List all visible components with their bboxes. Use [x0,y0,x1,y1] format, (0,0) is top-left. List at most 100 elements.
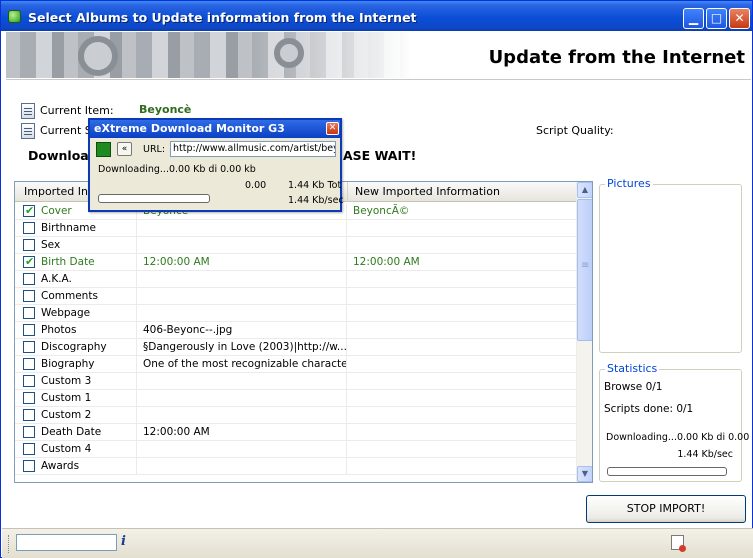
field-label: Birth Date [41,256,95,268]
new-value-cell[interactable] [348,356,577,372]
field-checkbox[interactable] [23,392,35,404]
table-row[interactable]: A.K.A. [15,271,577,288]
field-checkbox[interactable] [23,222,35,234]
table-row[interactable]: Custom 4 [15,441,577,458]
info-icon[interactable]: i [121,534,126,549]
current-value-cell[interactable] [138,441,347,457]
table-row[interactable]: Biography One of the most recognizable ch… [15,356,577,373]
document-icon[interactable] [671,535,686,552]
current-value-cell[interactable]: 12:00:00 AM [138,424,347,440]
import-grid[interactable]: Imported Info New Imported Information C… [14,181,593,483]
field-checkbox[interactable] [23,254,35,270]
field-label: Comments [41,290,98,302]
table-row[interactable]: Awards [15,458,577,475]
download-amount: 0.00 [245,180,267,191]
field-label: Biography [41,358,95,370]
current-value-cell[interactable]: §Dangerously in Love (2003)|http://w... [138,339,347,355]
url-field[interactable]: http://www.allmusic.com/artist/beyonc- [170,141,336,157]
field-name-cell: Death Date [15,424,137,440]
current-value-cell[interactable] [138,458,347,474]
table-row[interactable]: Webpage [15,305,577,322]
new-value-cell[interactable] [348,390,577,406]
close-button[interactable]: ✕ [729,8,750,29]
info-icon [21,103,35,119]
maximize-icon: □ [710,11,723,25]
field-label: A.K.A. [41,273,72,285]
new-value-cell[interactable] [348,339,577,355]
table-row[interactable]: Custom 3 [15,373,577,390]
current-value-cell[interactable] [138,271,347,287]
status-input[interactable] [16,534,117,551]
field-name-cell: Biography [15,356,137,372]
new-value-cell[interactable]: 12:00:00 AM [348,254,577,270]
maximize-button[interactable]: □ [706,8,727,29]
current-value-cell[interactable] [138,288,347,304]
info-icon [21,123,35,139]
scroll-up-button[interactable]: ▲ [577,182,592,198]
table-row[interactable]: Death Date 12:00:00 AM [15,424,577,441]
statistics-title: Statistics [605,362,660,375]
field-label: Webpage [41,307,91,319]
new-value-cell[interactable] [348,458,577,474]
new-value-cell[interactable] [348,441,577,457]
field-name-cell: Webpage [15,305,137,321]
scroll-thumb[interactable] [577,199,592,341]
status-indicator-icon[interactable] [96,142,111,157]
table-row[interactable]: Sex [15,237,577,254]
field-checkbox[interactable] [23,203,35,219]
new-value-cell[interactable] [348,373,577,389]
current-value-cell[interactable] [138,390,347,406]
table-row[interactable]: Photos 406-Beyonc--.jpg [15,322,577,339]
download-status: Downloading...0.00 Kb di 0.00 kb [98,164,256,175]
new-value-cell[interactable] [348,305,577,321]
new-value-cell[interactable]: BeyoncÃ© [348,203,577,219]
table-row[interactable]: Comments [15,288,577,305]
current-value-cell[interactable]: 12:00:00 AM [138,254,347,270]
grid-scrollbar[interactable]: ▲ ▼ [576,182,592,482]
current-value-cell[interactable] [138,407,347,423]
field-checkbox[interactable] [23,443,35,455]
scroll-down-button[interactable]: ▼ [577,466,592,482]
new-value-cell[interactable] [348,322,577,338]
table-row[interactable]: Birth Date 12:00:00 AM12:00:00 AM [15,254,577,271]
new-value-cell[interactable] [348,220,577,236]
stop-import-button[interactable]: STOP IMPORT! [586,495,746,523]
new-value-cell[interactable] [348,271,577,287]
new-value-cell[interactable] [348,237,577,253]
field-name-cell: Birth Date [15,254,137,270]
browse-count: Browse 0/1 [604,381,663,393]
field-checkbox[interactable] [23,239,35,251]
field-label: Discography [41,341,107,353]
field-checkbox[interactable] [23,375,35,387]
field-checkbox[interactable] [23,409,35,421]
field-checkbox[interactable] [23,290,35,302]
banner-image [6,32,411,78]
current-value-cell[interactable]: 406-Beyonc--.jpg [138,322,347,338]
field-checkbox[interactable] [23,273,35,285]
collapse-button[interactable]: « [117,142,132,156]
new-value-cell[interactable] [348,424,577,440]
new-value-cell[interactable] [348,407,577,423]
current-value-cell[interactable] [138,220,347,236]
field-checkbox[interactable] [23,324,35,336]
field-checkbox[interactable] [23,307,35,319]
dialog-close-button[interactable]: ✕ [326,122,339,135]
field-checkbox[interactable] [23,426,35,438]
table-row[interactable]: Birthname [15,220,577,237]
table-row[interactable]: Discography §Dangerously in Love (2003)|h… [15,339,577,356]
table-row[interactable]: Custom 1 [15,390,577,407]
script-quality-label: Script Quality: [536,124,614,137]
current-value-cell[interactable] [138,237,347,253]
minimize-button[interactable]: ▁ [683,8,704,29]
current-value-cell[interactable] [138,373,347,389]
current-value-cell[interactable] [138,305,347,321]
field-checkbox[interactable] [23,358,35,370]
new-value-cell[interactable] [348,288,577,304]
current-value-cell[interactable]: One of the most recognizable characte... [138,356,347,372]
field-checkbox[interactable] [23,460,35,472]
table-row[interactable]: Custom 2 [15,407,577,424]
field-name-cell: A.K.A. [15,271,137,287]
field-checkbox[interactable] [23,341,35,353]
column-header-new[interactable]: New Imported Information [348,182,577,202]
chevron-up-icon: ▲ [581,185,589,194]
